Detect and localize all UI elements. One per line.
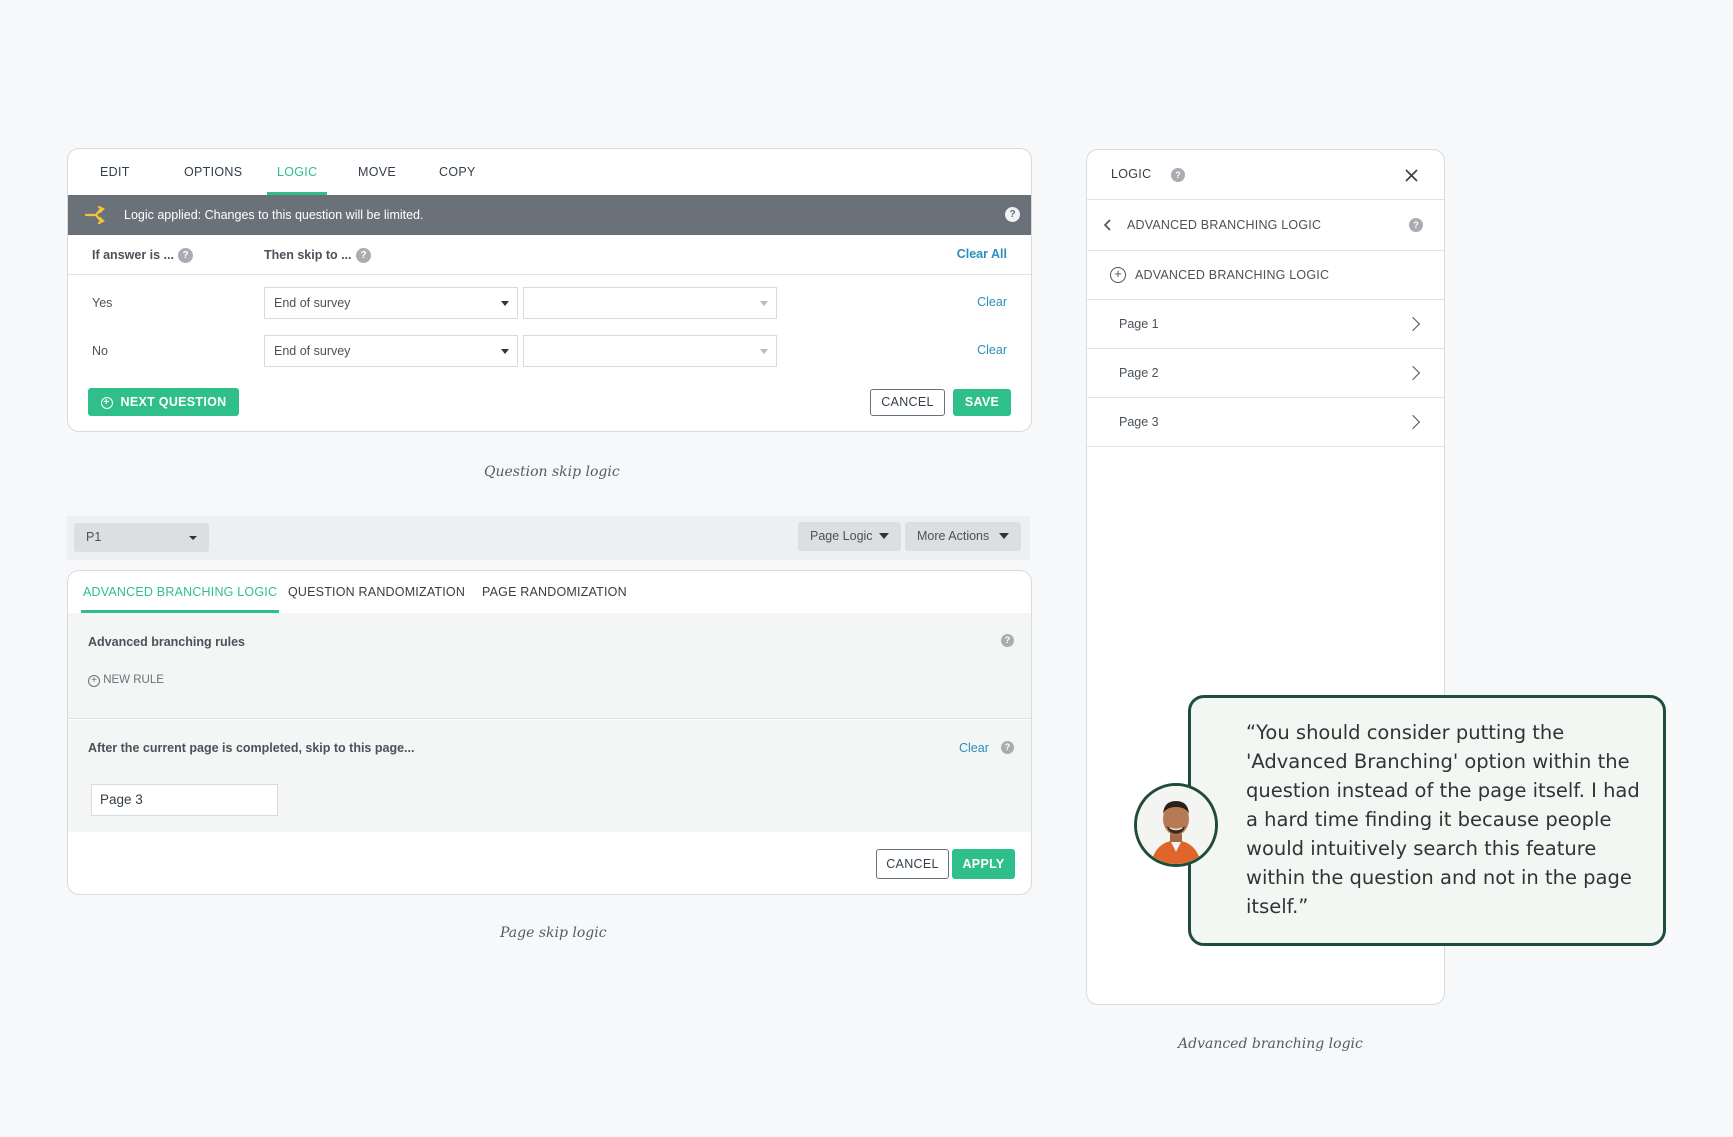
clear-link[interactable]: Clear [977, 295, 1007, 309]
chevron-down-icon [189, 536, 197, 540]
side-panel-caption: Advanced branching logic [1178, 1036, 1363, 1052]
cancel-button[interactable]: CANCEL [876, 849, 949, 879]
chevron-down-icon [999, 533, 1009, 539]
help-icon[interactable]: ? [1005, 207, 1020, 222]
cancel-button[interactable]: CANCEL [870, 389, 945, 416]
more-actions-label: More Actions [917, 529, 990, 543]
help-icon[interactable]: ? [1171, 168, 1185, 182]
chevron-down-icon [879, 533, 889, 539]
chevron-down-icon [501, 349, 509, 354]
page-toolbar: P1 Page Logic More Actions [67, 516, 1030, 560]
chevron-right-icon [1405, 316, 1421, 332]
answer-label: Yes [92, 296, 113, 310]
branch-icon [84, 205, 105, 225]
skip-page-section: After the current page is completed, ski… [68, 720, 1031, 832]
clear-all-link[interactable]: Clear All [957, 247, 1007, 261]
page-logic-button[interactable]: Page Logic [798, 522, 901, 551]
apply-button[interactable]: APPLY [952, 849, 1015, 879]
plus-circle-icon: + [100, 397, 113, 409]
chevron-down-icon [760, 349, 768, 354]
help-icon[interactable]: ? [356, 248, 371, 263]
banner-text: Logic applied: Changes to this question … [124, 208, 424, 222]
panel-title: LOGIC [1111, 167, 1152, 181]
chevron-right-icon [1405, 414, 1421, 430]
after-page-text: After the current page is completed, ski… [88, 741, 415, 755]
tab-advanced-branching-logic[interactable]: ADVANCED BRANCHING LOGIC [80, 571, 280, 613]
help-icon[interactable]: ? [178, 248, 193, 263]
add-branching-label: ADVANCED BRANCHING LOGIC [1135, 268, 1330, 282]
page-logic-card: ADVANCED BRANCHING LOGIC QUESTION RANDOM… [67, 570, 1032, 895]
page-item-label: Page 1 [1119, 317, 1159, 331]
panel-subheader: ADVANCED BRANCHING LOGIC ? [1087, 200, 1444, 251]
clear-link[interactable]: Clear [959, 741, 989, 755]
question-tabs: EDIT OPTIONS LOGIC MOVE COPY [68, 149, 1031, 195]
panel-subtitle: ADVANCED BRANCHING LOGIC [1127, 218, 1322, 232]
next-question-label: NEXT QUESTION [120, 395, 227, 409]
page-select[interactable]: P1 [74, 523, 209, 552]
branching-rules-section: Advanced branching rules ? + NEW RULE [68, 613, 1031, 719]
tab-copy[interactable]: COPY [429, 149, 486, 195]
tab-edit[interactable]: EDIT [90, 149, 140, 195]
next-question-button[interactable]: + NEXT QUESTION [88, 388, 239, 416]
page-select-value: P1 [86, 530, 102, 544]
then-skip-label: Then skip to ... [264, 248, 352, 262]
tab-logic[interactable]: LOGIC [267, 149, 328, 195]
page-list-item[interactable]: Page 1 [1087, 300, 1444, 349]
save-button[interactable]: SAVE [953, 389, 1011, 416]
panel-header: LOGIC ? [1087, 150, 1444, 200]
skip-target-select[interactable] [523, 335, 777, 367]
chevron-down-icon [501, 301, 509, 306]
page-logic-caption: Page skip logic [500, 925, 607, 941]
user-quote-bubble: “You should consider putting the 'Advanc… [1188, 695, 1666, 946]
skip-to-select[interactable]: End of survey [264, 335, 518, 367]
answer-label: No [92, 344, 108, 358]
more-actions-button[interactable]: More Actions [905, 522, 1021, 551]
skip-to-select[interactable]: End of survey [264, 287, 518, 319]
clear-link[interactable]: Clear [977, 343, 1007, 357]
skip-page-input[interactable]: Page 3 [91, 784, 278, 816]
logic-row: No End of survey Clear [68, 327, 1031, 375]
skip-target-select[interactable] [523, 287, 777, 319]
add-branching-logic-row[interactable]: + ADVANCED BRANCHING LOGIC [1087, 251, 1444, 300]
page-logic-label: Page Logic [810, 529, 873, 543]
help-icon[interactable]: ? [1409, 218, 1423, 232]
page-list-item[interactable]: Page 2 [1087, 349, 1444, 398]
close-icon[interactable] [1405, 169, 1418, 182]
help-icon[interactable]: ? [1001, 634, 1014, 647]
logic-row: Yes End of survey Clear [68, 279, 1031, 327]
logic-applied-banner: Logic applied: Changes to this question … [68, 195, 1031, 235]
person-photo [1137, 786, 1215, 864]
chevron-right-icon [1405, 365, 1421, 381]
avatar [1134, 783, 1218, 867]
rules-title: Advanced branching rules [88, 635, 245, 649]
plus-circle-icon: + [1110, 267, 1126, 283]
if-answer-label: If answer is ... [92, 248, 174, 262]
tab-move[interactable]: MOVE [348, 149, 406, 195]
question-logic-caption: Question skip logic [484, 464, 620, 480]
quote-text: “You should consider putting the 'Advanc… [1246, 721, 1640, 918]
page-item-label: Page 3 [1119, 415, 1159, 429]
logic-header-row: If answer is ... ? Then skip to ... ? Cl… [68, 235, 1031, 275]
tab-question-randomization[interactable]: QUESTION RANDOMIZATION [288, 571, 465, 613]
select-value: End of survey [274, 296, 351, 310]
select-value: End of survey [274, 344, 351, 358]
plus-circle-icon: + [88, 675, 100, 687]
help-icon[interactable]: ? [1001, 741, 1014, 754]
tab-options[interactable]: OPTIONS [174, 149, 252, 195]
new-rule-button[interactable]: + NEW RULE [88, 674, 164, 687]
page-item-label: Page 2 [1119, 366, 1159, 380]
new-rule-label: NEW RULE [103, 674, 164, 686]
question-logic-card: EDIT OPTIONS LOGIC MOVE COPY Logic appli… [67, 148, 1032, 432]
page-list-item[interactable]: Page 3 [1087, 398, 1444, 447]
chevron-down-icon [760, 301, 768, 306]
tab-page-randomization[interactable]: PAGE RANDOMIZATION [482, 571, 627, 613]
chevron-left-icon[interactable] [1103, 219, 1111, 231]
